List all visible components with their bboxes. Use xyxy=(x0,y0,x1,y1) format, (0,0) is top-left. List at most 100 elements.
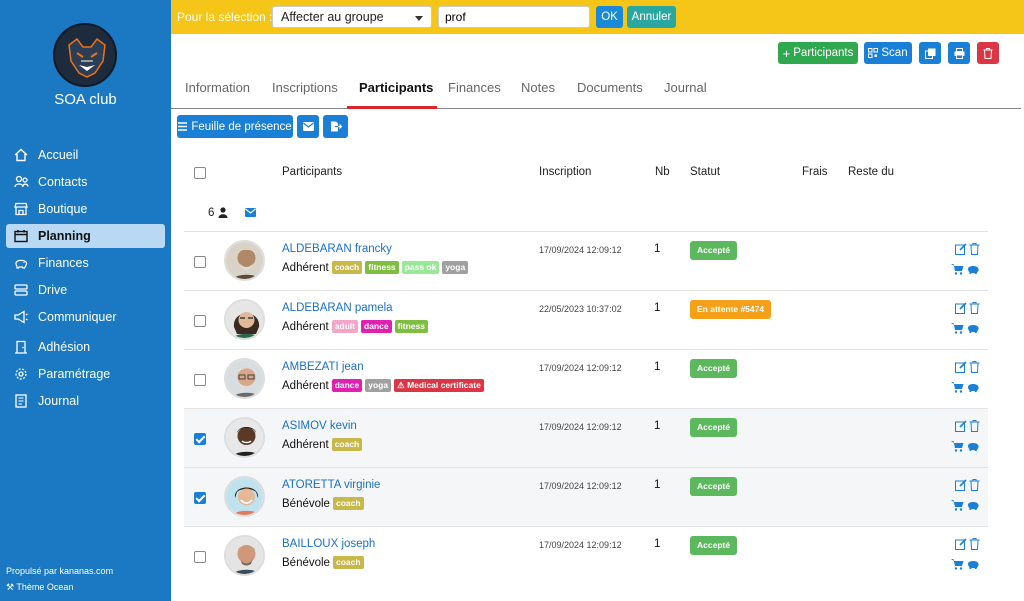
tab-documents[interactable]: Documents xyxy=(577,80,643,105)
header-participants[interactable]: Participants xyxy=(282,166,342,178)
participant-name[interactable]: ALDEBARAN francky xyxy=(282,243,392,255)
trash-icon[interactable] xyxy=(969,479,981,491)
scan-button[interactable]: Scan xyxy=(864,42,912,64)
group-input[interactable] xyxy=(438,6,590,28)
edit-icon[interactable] xyxy=(955,479,967,491)
print-button[interactable] xyxy=(948,42,970,64)
theme-selector[interactable]: ⚒ Thème Ocean xyxy=(6,582,73,593)
row-checkbox[interactable] xyxy=(194,374,206,386)
sidebar-item-parametrage[interactable]: Paramétrage xyxy=(6,362,165,386)
sidebar-item-journal[interactable]: Journal xyxy=(6,389,165,413)
participant-name[interactable]: ATORETTA virginie xyxy=(282,479,380,491)
cart-icon[interactable] xyxy=(951,263,964,275)
home-icon xyxy=(13,147,29,163)
tag-fitness: fitness xyxy=(365,261,399,274)
table-row[interactable]: ALDEBARAN pamela Adhérent adult dance fi… xyxy=(184,290,988,349)
cart-icon[interactable] xyxy=(951,440,964,452)
sidebar-item-label: Drive xyxy=(38,283,68,297)
email-all-icon[interactable] xyxy=(245,208,256,217)
piggy-bank-icon[interactable] xyxy=(967,263,979,275)
trash-icon[interactable] xyxy=(969,538,981,550)
piggy-bank-icon[interactable] xyxy=(967,558,979,570)
row-checkbox[interactable] xyxy=(194,433,206,445)
header-statut[interactable]: Statut xyxy=(690,166,720,178)
sidebar-item-finances[interactable]: Finances xyxy=(6,251,165,275)
edit-icon[interactable] xyxy=(955,243,967,255)
select-all-checkbox[interactable] xyxy=(194,167,206,179)
table-row[interactable]: BAILLOUX joseph Bénévole coach 17/09/202… xyxy=(184,526,988,585)
piggy-bank-icon[interactable] xyxy=(967,440,979,452)
sidebar-item-label: Contacts xyxy=(38,175,88,189)
tag-yoga: yoga xyxy=(442,261,469,274)
presence-sheet-button[interactable]: Feuille de présence xyxy=(177,115,293,138)
powered-by-link[interactable]: Propulsé par kananas.com xyxy=(6,566,113,576)
table-row[interactable]: ALDEBARAN francky Adhérent coach fitness… xyxy=(184,231,988,290)
tag-coach: coach xyxy=(332,497,364,510)
sidebar-item-adhesion[interactable]: Adhésion xyxy=(6,335,165,359)
trash-icon[interactable] xyxy=(969,243,981,255)
table-row[interactable]: ASIMOV kevin Adhérent coach 17/09/2024 1… xyxy=(184,408,988,467)
nb-value: 1 xyxy=(654,479,661,491)
header-reste[interactable]: Reste du xyxy=(848,166,894,178)
tab-bar: Information Inscriptions Participants Fi… xyxy=(171,72,1021,109)
trash-icon[interactable] xyxy=(969,361,981,373)
participant-name[interactable]: BAILLOUX joseph xyxy=(282,538,375,550)
cart-icon[interactable] xyxy=(951,499,964,511)
sidebar-item-accueil[interactable]: Accueil xyxy=(6,143,165,167)
header-frais[interactable]: Frais xyxy=(802,166,828,178)
row-checkbox[interactable] xyxy=(194,492,206,504)
cart-icon[interactable] xyxy=(951,558,964,570)
edit-icon[interactable] xyxy=(955,538,967,550)
edit-icon[interactable] xyxy=(955,361,967,373)
tab-journal[interactable]: Journal xyxy=(664,80,707,105)
cart-icon[interactable] xyxy=(951,381,964,393)
piggy-bank-icon[interactable] xyxy=(967,322,979,334)
participant-type-row: Adhérent dance yoga ⚠ Medical certificat… xyxy=(282,379,484,392)
participant-name[interactable]: ASIMOV kevin xyxy=(282,420,357,432)
status-badge: En attente #5474 xyxy=(690,300,772,319)
sidebar-item-contacts[interactable]: Contacts xyxy=(6,170,165,194)
piggy-bank-icon[interactable] xyxy=(967,499,979,511)
edit-icon[interactable] xyxy=(955,420,967,432)
email-button[interactable] xyxy=(297,115,319,138)
tab-notes[interactable]: Notes xyxy=(521,80,555,105)
sidebar-item-planning[interactable]: Planning xyxy=(6,224,165,248)
participant-name[interactable]: ALDEBARAN pamela xyxy=(282,302,393,314)
table-row[interactable]: ATORETTA virginie Bénévole coach 17/09/2… xyxy=(184,467,988,526)
door-icon xyxy=(13,339,29,355)
drive-icon xyxy=(13,282,29,298)
header-nb[interactable]: Nb xyxy=(655,166,670,178)
sidebar: SOA club Accueil Contacts Boutique Plann… xyxy=(0,0,171,601)
copy-button[interactable] xyxy=(919,42,941,64)
header-inscription[interactable]: Inscription xyxy=(539,166,591,178)
export-button[interactable] xyxy=(323,115,348,138)
theme-label: Thème Ocean xyxy=(16,582,74,592)
sidebar-item-communiquer[interactable]: Communiquer xyxy=(6,305,165,329)
tag-fitness: fitness xyxy=(394,320,428,333)
tab-inscriptions[interactable]: Inscriptions xyxy=(272,80,338,105)
sidebar-item-drive[interactable]: Drive xyxy=(6,278,165,302)
table-row[interactable]: AMBEZATI jean Adhérent dance yoga ⚠ Medi… xyxy=(184,349,988,408)
trash-icon[interactable] xyxy=(969,302,981,314)
delete-button[interactable] xyxy=(977,42,999,64)
tab-information[interactable]: Information xyxy=(185,80,250,105)
add-participants-button[interactable]: + Participants xyxy=(778,42,858,64)
active-tab-indicator xyxy=(347,106,437,109)
row-checkbox[interactable] xyxy=(194,256,206,268)
cancel-button[interactable]: Annuler xyxy=(627,6,676,28)
row-checkbox[interactable] xyxy=(194,315,206,327)
participant-type-row: Adhérent adult dance fitness xyxy=(282,320,428,333)
cart-icon[interactable] xyxy=(951,322,964,334)
row-checkbox[interactable] xyxy=(194,551,206,563)
tab-participants[interactable]: Participants xyxy=(359,80,433,105)
print-icon xyxy=(954,47,965,59)
participant-name[interactable]: AMBEZATI jean xyxy=(282,361,364,373)
piggy-bank-icon[interactable] xyxy=(967,381,979,393)
action-select[interactable]: Affecter au groupe xyxy=(272,6,432,28)
ok-button[interactable]: OK xyxy=(596,6,623,28)
trash-icon[interactable] xyxy=(969,420,981,432)
edit-icon[interactable] xyxy=(955,302,967,314)
participant-type: Adhérent xyxy=(282,379,329,392)
sidebar-item-boutique[interactable]: Boutique xyxy=(6,197,165,221)
tab-finances[interactable]: Finances xyxy=(448,80,501,105)
